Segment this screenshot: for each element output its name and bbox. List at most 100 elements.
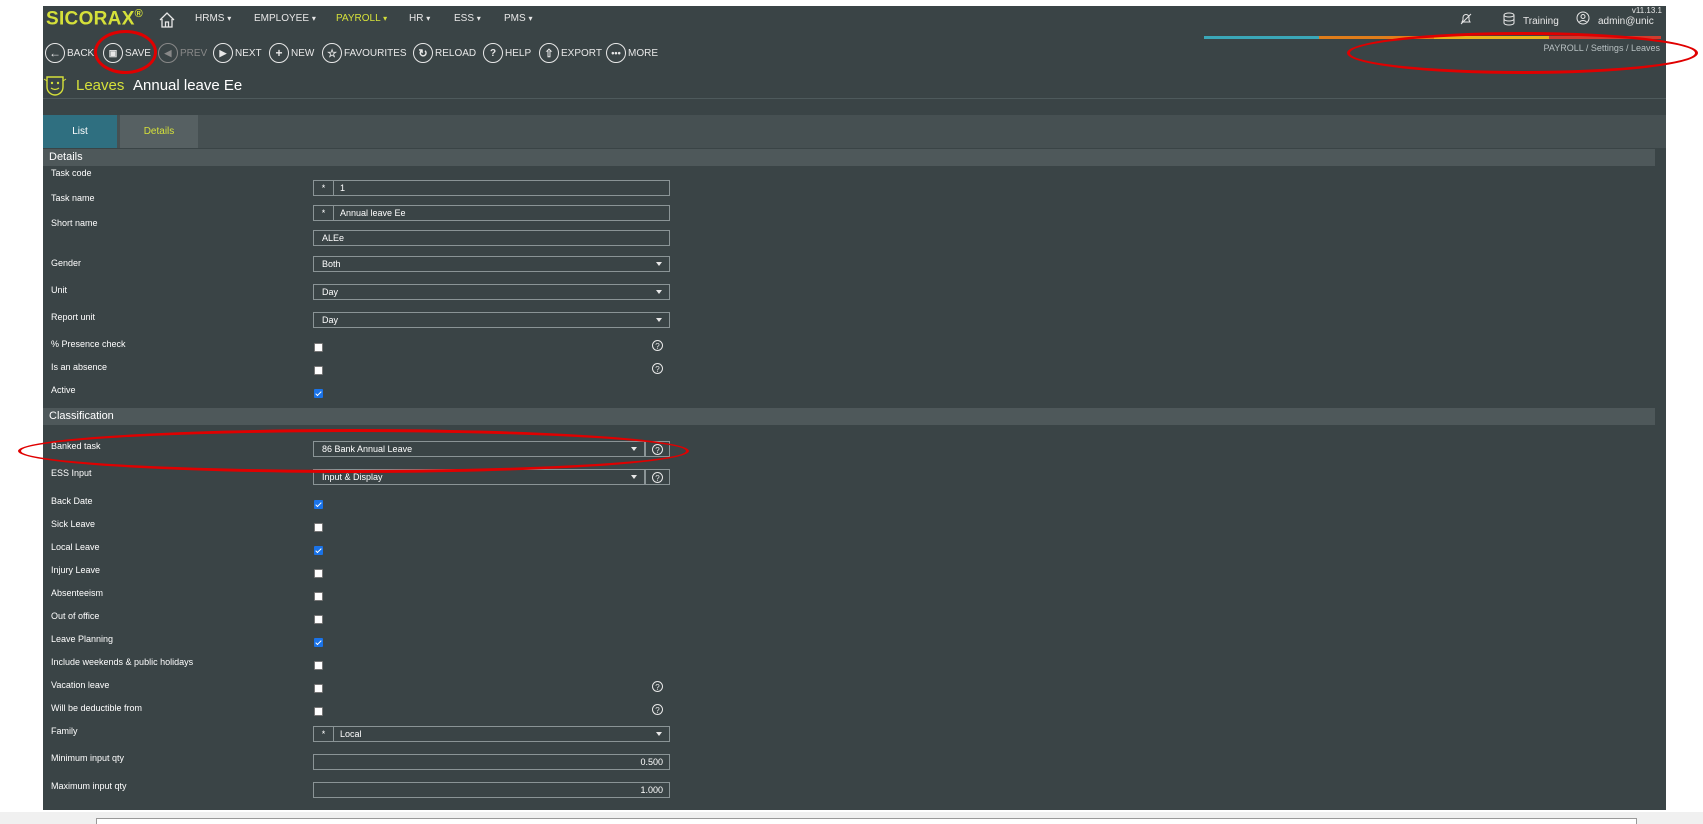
label-local-leave: Local Leave: [51, 542, 100, 552]
nav-pms[interactable]: PMS ▾: [504, 13, 532, 24]
leaves-module-icon: [43, 76, 67, 96]
label-active: Active: [51, 385, 76, 395]
new-button[interactable]: + NEW: [269, 41, 314, 65]
floppy-disk-icon: ▣: [103, 43, 123, 63]
nav-employee[interactable]: EMPLOYEE ▾: [254, 13, 316, 24]
family-select[interactable]: * Local: [313, 726, 670, 742]
chevron-down-icon: [631, 475, 637, 479]
label-out-of-office: Out of office: [51, 611, 100, 621]
question-icon: ?: [483, 43, 503, 63]
tab-list[interactable]: List: [43, 115, 117, 148]
include-weekends-checkbox[interactable]: [314, 661, 323, 670]
vacation-leave-checkbox[interactable]: [314, 684, 323, 693]
local-leave-checkbox[interactable]: [314, 546, 323, 555]
banked-task-help-button[interactable]: ?: [645, 441, 670, 457]
arrow-left-icon: ←: [45, 43, 65, 63]
min-qty-field[interactable]: 0.500: [313, 754, 670, 770]
export-button[interactable]: ⇧ EXPORT: [539, 41, 602, 65]
tab-bar: List Details: [43, 115, 1666, 148]
more-button[interactable]: ••• MORE: [606, 41, 658, 65]
presence-check-checkbox[interactable]: [314, 343, 323, 352]
ess-input-help-button[interactable]: ?: [645, 469, 670, 485]
version-label: v11.13.1: [1631, 6, 1662, 15]
task-name-field[interactable]: * Annual leave Ee: [313, 205, 670, 221]
page-record-title: Annual leave Ee: [133, 77, 243, 94]
breadcrumb-settings[interactable]: Settings: [1591, 43, 1624, 53]
back-date-checkbox[interactable]: [314, 500, 323, 509]
brand-logo[interactable]: SICORAX®: [46, 8, 143, 30]
is-absence-checkbox[interactable]: [314, 366, 323, 375]
chevron-down-icon: [656, 262, 662, 266]
notification-off-icon[interactable]: [1459, 12, 1473, 26]
label-task-name: Task name: [51, 193, 95, 203]
label-is-absence: Is an absence: [51, 362, 108, 372]
label-back-date: Back Date: [51, 496, 93, 506]
leave-planning-checkbox[interactable]: [314, 638, 323, 647]
color-stripe-yellow: [1434, 36, 1549, 39]
chevron-down-icon: [631, 447, 637, 451]
breadcrumb-leaves[interactable]: Leaves: [1631, 43, 1660, 53]
home-icon[interactable]: [158, 11, 176, 29]
prev-button[interactable]: ◀ PREV: [158, 41, 207, 65]
banked-task-select[interactable]: 86 Bank Annual Leave: [313, 441, 645, 457]
sick-leave-checkbox[interactable]: [314, 523, 323, 532]
nav-hrms[interactable]: HRMS ▾: [195, 13, 231, 24]
help-icon: ?: [652, 444, 663, 455]
reload-button[interactable]: ↻ RELOAD: [413, 41, 476, 65]
color-stripe-red: [1549, 36, 1661, 39]
label-max-qty: Maximum input qty: [51, 781, 127, 791]
help-icon[interactable]: ?: [652, 363, 663, 374]
label-gender: Gender: [51, 258, 82, 268]
back-button[interactable]: ← BACK: [45, 41, 94, 65]
max-qty-field[interactable]: 1.000: [313, 782, 670, 798]
page-module-title: Leaves: [76, 77, 125, 94]
breadcrumb-payroll[interactable]: PAYROLL: [1544, 43, 1584, 53]
report-unit-select[interactable]: Day: [313, 312, 670, 328]
favourites-button[interactable]: ☆ FAVOURITES: [322, 41, 407, 65]
app-window: SICORAX® HRMS ▾ EMPLOYEE ▾ PAYROLL ▾ HR …: [43, 6, 1666, 810]
database-icon: [1503, 12, 1515, 26]
ellipsis-icon: •••: [606, 43, 626, 63]
ess-input-select[interactable]: Input & Display: [313, 469, 645, 485]
nav-payroll[interactable]: PAYROLL ▾: [336, 13, 387, 24]
save-button[interactable]: ▣ SAVE: [103, 41, 151, 65]
active-checkbox[interactable]: [314, 389, 323, 398]
triangle-left-icon: ◀: [158, 43, 178, 63]
nav-ess[interactable]: ESS ▾: [454, 13, 481, 24]
label-family: Family: [51, 726, 78, 736]
triangle-right-icon: ▶: [213, 43, 233, 63]
unit-select[interactable]: Day: [313, 284, 670, 300]
bottom-panel-edge: [96, 818, 1637, 824]
help-button[interactable]: ? HELP: [483, 41, 531, 65]
injury-leave-checkbox[interactable]: [314, 569, 323, 578]
label-vacation-leave: Vacation leave: [51, 680, 110, 690]
tab-details[interactable]: Details: [120, 115, 198, 148]
gender-select[interactable]: Both: [313, 256, 670, 272]
help-icon[interactable]: ?: [652, 704, 663, 715]
upload-icon: ⇧: [539, 43, 559, 63]
page-header: Leaves Annual leave Ee: [43, 68, 1666, 99]
database-name[interactable]: Training: [1523, 16, 1559, 27]
color-stripe-orange: [1319, 36, 1434, 39]
help-icon[interactable]: ?: [652, 681, 663, 692]
user-name[interactable]: admin@unic: [1598, 16, 1654, 27]
plus-icon: +: [269, 43, 289, 63]
chevron-down-icon: [656, 732, 662, 736]
label-banked-task: Banked task: [51, 441, 101, 451]
chevron-down-icon: [656, 318, 662, 322]
nav-hr[interactable]: HR ▾: [409, 13, 430, 24]
absenteeism-checkbox[interactable]: [314, 592, 323, 601]
label-task-code: Task code: [51, 168, 92, 178]
user-icon[interactable]: [1576, 11, 1590, 25]
next-button[interactable]: ▶ NEXT: [213, 41, 262, 65]
short-name-field[interactable]: ALEe: [313, 230, 670, 246]
help-icon: ?: [652, 472, 663, 483]
label-ess-input: ESS Input: [51, 468, 92, 478]
task-code-field[interactable]: * 1: [313, 180, 670, 196]
out-of-office-checkbox[interactable]: [314, 615, 323, 624]
refresh-icon: ↻: [413, 43, 433, 63]
deductible-from-checkbox[interactable]: [314, 707, 323, 716]
label-min-qty: Minimum input qty: [51, 753, 125, 763]
help-icon[interactable]: ?: [652, 340, 663, 351]
chevron-down-icon: [656, 290, 662, 294]
